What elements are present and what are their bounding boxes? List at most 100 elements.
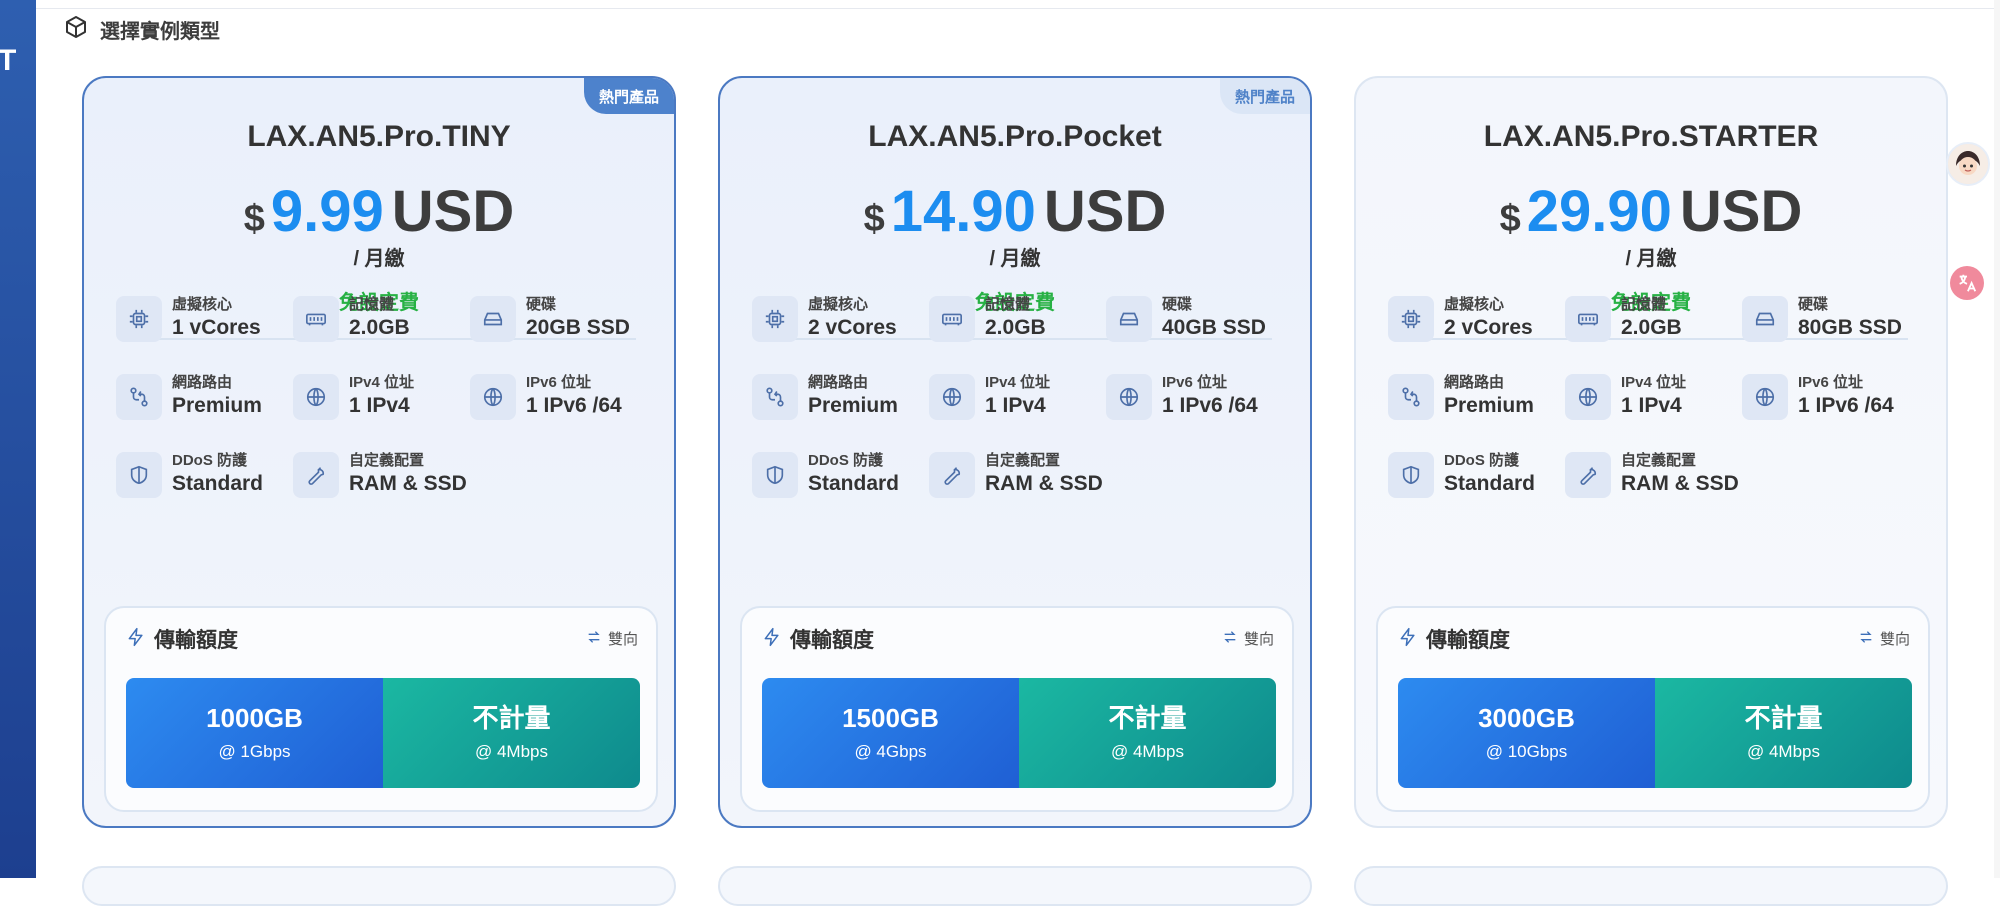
spec-value: 1 IPv4 xyxy=(1621,394,1682,417)
spec-value: 1 IPv4 xyxy=(349,394,410,417)
spec-ipv6: IPv6 位址 1 IPv6 /64 xyxy=(1742,370,1920,424)
shield-icon xyxy=(752,452,798,498)
quota-amount: 1000GB xyxy=(206,703,303,733)
bandwidth-title: 傳輸額度 xyxy=(154,629,238,652)
route-icon xyxy=(116,374,162,420)
plan-price: $9.99 USD xyxy=(84,178,674,245)
memory-icon xyxy=(293,296,339,342)
spec-label: 記憶體 xyxy=(349,296,395,313)
spec-cpu: 虛擬核心 2 vCores xyxy=(752,292,930,346)
quota-speed: @ 10Gbps xyxy=(1485,742,1568,761)
currency-symbol: $ xyxy=(1499,198,1521,240)
plan-card-next-row[interactable] xyxy=(1354,866,1948,906)
globe-icon xyxy=(293,374,339,420)
overage-speed: @ 4Mbps xyxy=(1110,742,1184,761)
section-header: 選擇實例類型 xyxy=(64,14,220,44)
spec-label: IPv4 位址 xyxy=(349,374,415,391)
direction-indicator: 雙向 xyxy=(586,628,638,649)
spec-disk: 硬碟 40GB SSD xyxy=(1106,292,1284,346)
sidebar-text-fragment: T xyxy=(0,44,17,77)
price-amount: 9.99 xyxy=(270,179,384,244)
spec-ddos: DDoS 防護 Standard xyxy=(1388,448,1566,502)
spec-custom: 自定義配置 RAM & SSD xyxy=(929,448,1107,502)
spec-value: Premium xyxy=(808,394,898,417)
billing-period: / 月繳 xyxy=(989,248,1041,270)
spec-value: 20GB SSD xyxy=(526,316,630,339)
plan-card-next-row[interactable] xyxy=(82,866,676,906)
spec-ipv4: IPv4 位址 1 IPv4 xyxy=(929,370,1107,424)
spec-cpu: 虛擬核心 2 vCores xyxy=(1388,292,1566,346)
spec-ipv4: IPv4 位址 1 IPv4 xyxy=(1565,370,1743,424)
spec-custom: 自定義配置 RAM & SSD xyxy=(1565,448,1743,502)
overage-amount: 不計量 xyxy=(1744,703,1823,733)
overage-tile: 不計量 @ 4Mbps xyxy=(1655,678,1912,788)
lightning-icon xyxy=(762,626,782,653)
spec-label: 虛擬核心 xyxy=(172,296,233,313)
spec-value: 2.0GB xyxy=(985,316,1046,339)
spec-value: 1 IPv6 /64 xyxy=(1798,394,1894,417)
bandwidth-quota-tile: 1500GB @ 4Gbps xyxy=(762,678,1019,788)
spec-value: 2 vCores xyxy=(1444,316,1533,339)
spec-ipv6: IPv6 位址 1 IPv6 /64 xyxy=(1106,370,1284,424)
spec-value: RAM & SSD xyxy=(1621,472,1739,495)
spec-label: 網路路由 xyxy=(808,374,869,391)
spec-route: 網路路由 Premium xyxy=(752,370,930,424)
price-amount: 14.90 xyxy=(890,179,1036,244)
spec-value: Premium xyxy=(172,394,262,417)
hard-drive-icon xyxy=(1106,296,1152,342)
spec-label: IPv6 位址 xyxy=(1162,374,1228,391)
currency-symbol: $ xyxy=(863,198,885,240)
bandwidth-panel: 傳輸額度 雙向 1500GB @ 4Gbps 不計量 @ 4Mbps xyxy=(740,606,1294,812)
spec-ddos: DDoS 防護 Standard xyxy=(752,448,930,502)
spec-value: 1 IPv6 /64 xyxy=(526,394,622,417)
overage-tile: 不計量 @ 4Mbps xyxy=(1019,678,1276,788)
overage-speed: @ 4Mbps xyxy=(474,742,548,761)
plan-card[interactable]: 熱門產品 LAX.AN5.Pro.Pocket $14.90 USD / 月繳 免設定費虛… xyxy=(718,76,1312,828)
direction-label: 雙向 xyxy=(1243,631,1274,648)
spec-value: RAM & SSD xyxy=(985,472,1103,495)
shield-icon xyxy=(1388,452,1434,498)
lightning-icon xyxy=(126,626,146,653)
price-currency: USD xyxy=(1043,179,1167,244)
plan-card[interactable]: 熱門產品 LAX.AN5.Pro.TINY $9.99 USD / 月繳 免設定費 虛擬核心… xyxy=(82,76,676,828)
section-title: 選擇實例類型 xyxy=(100,20,220,43)
spec-route: 網路路由 Premium xyxy=(1388,370,1566,424)
spec-ipv6: IPv6 位址 1 IPv6 /64 xyxy=(470,370,648,424)
spec-value: Standard xyxy=(172,472,264,495)
spec-value: 80GB SSD xyxy=(1798,316,1902,339)
quota-speed: @ 1Gbps xyxy=(218,742,291,761)
lightning-icon xyxy=(1398,626,1418,653)
spec-label: IPv4 位址 xyxy=(985,374,1051,391)
page-scrollbar[interactable] xyxy=(1994,0,2000,878)
spec-ram: 記憶體 2.0GB xyxy=(929,292,1107,346)
spec-label: 自定義配置 xyxy=(349,452,425,469)
assistant-avatar[interactable] xyxy=(1946,142,1990,186)
spec-value: Premium xyxy=(1444,394,1534,417)
currency-symbol: $ xyxy=(243,198,265,240)
spec-value: 2 vCores xyxy=(808,316,897,339)
price-amount: 29.90 xyxy=(1526,179,1672,244)
route-icon xyxy=(752,374,798,420)
spec-route: 網路路由 Premium xyxy=(116,370,294,424)
left-sidebar-edge: T xyxy=(0,0,36,878)
spec-label: 硬碟 xyxy=(1162,296,1193,313)
bandwidth-quota-tile: 3000GB @ 10Gbps xyxy=(1398,678,1655,788)
plan-card-next-row[interactable] xyxy=(718,866,1312,906)
translate-icon[interactable] xyxy=(1950,266,1984,300)
spec-label: 虛擬核心 xyxy=(1444,296,1505,313)
spec-label: IPv6 位址 xyxy=(1798,374,1864,391)
wrench-icon xyxy=(293,452,339,498)
spec-label: IPv4 位址 xyxy=(1621,374,1687,391)
route-icon xyxy=(1388,374,1434,420)
globe-icon xyxy=(1565,374,1611,420)
plan-card[interactable]: LAX.AN5.Pro.STARTER $29.90 USD / 月繳 免設定費 虛擬核心… xyxy=(1354,76,1948,828)
spec-ipv4: IPv4 位址 1 IPv4 xyxy=(293,370,471,424)
spec-value: RAM & SSD xyxy=(349,472,467,495)
shield-icon xyxy=(116,452,162,498)
wrench-icon xyxy=(1565,452,1611,498)
globe-icon xyxy=(929,374,975,420)
cpu-chip-icon xyxy=(1388,296,1434,342)
globe-icon xyxy=(470,374,516,420)
swap-arrows-icon xyxy=(1222,629,1238,649)
spec-label: 網路路由 xyxy=(1444,374,1505,391)
